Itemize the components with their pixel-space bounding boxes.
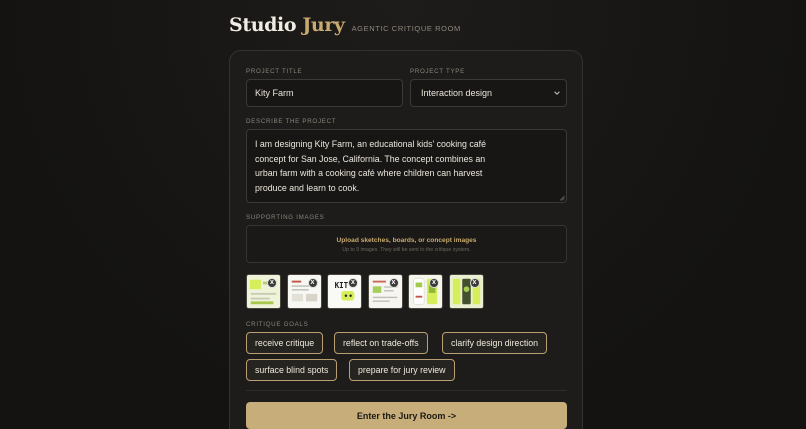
divider: [246, 390, 567, 391]
project-form-card: PROJECT TITLE Kity Farm PROJECT TYPE Int…: [229, 50, 583, 429]
image-thumbnails: x x KIT x x x x: [246, 274, 484, 309]
remove-image-button[interactable]: x: [469, 278, 480, 288]
description-label: DESCRIBE THE PROJECT: [246, 118, 337, 125]
page: Studio Jury AGENTIC CRITIQUE ROOM PROJEC…: [0, 0, 806, 429]
project-type-select[interactable]: Interaction design: [410, 79, 567, 107]
brand-name-accent: Jury: [302, 14, 345, 36]
app-logo: Studio Jury: [229, 14, 345, 36]
image-thumbnail[interactable]: x: [246, 274, 281, 309]
app-tagline: AGENTIC CRITIQUE ROOM: [351, 24, 461, 33]
goal-chip[interactable]: clarify design direction: [442, 332, 548, 354]
brand-name: Studio: [229, 14, 297, 36]
goal-chip[interactable]: reflect on trade-offs: [334, 332, 428, 354]
remove-image-button[interactable]: x: [267, 278, 277, 288]
goal-chip[interactable]: surface blind spots: [246, 359, 338, 381]
remove-image-button[interactable]: x: [348, 278, 358, 288]
image-thumbnail[interactable]: x: [286, 274, 322, 309]
image-thumbnail[interactable]: KIT x: [327, 274, 362, 309]
image-upload-dropzone[interactable]: Upload sketches, boards, or concept imag…: [246, 225, 567, 263]
project-title-value: Kity Farm: [255, 88, 294, 98]
remove-image-button[interactable]: x: [388, 278, 399, 288]
image-thumbnail[interactable]: x: [408, 274, 443, 309]
description-line: I am designing Kity Farm, an educational…: [255, 139, 487, 149]
project-title-label: PROJECT TITLE: [246, 68, 303, 75]
description-line: concept for San Jose, California. The co…: [255, 153, 486, 164]
description-line: urban farm with a cooking café where chi…: [255, 168, 483, 179]
project-type-value: Interaction design: [421, 88, 493, 98]
upload-subtitle: Up to 9 images. They will be sent to the…: [342, 247, 471, 253]
thumb-logo-text: KIT: [335, 281, 349, 290]
project-title-input[interactable]: Kity Farm: [246, 79, 403, 107]
chevron-down-icon: [554, 91, 560, 95]
resize-handle-icon[interactable]: [559, 195, 565, 201]
description-line: produce and learn to cook.: [255, 182, 360, 193]
app-header: Studio Jury AGENTIC CRITIQUE ROOM: [229, 14, 461, 36]
remove-image-button[interactable]: x: [307, 278, 318, 288]
enter-jury-room-button[interactable]: Enter the Jury Room ->: [246, 402, 567, 429]
supporting-images-label: SUPPORTING IMAGES: [246, 214, 325, 221]
remove-image-button[interactable]: x: [429, 278, 439, 288]
project-type-label: PROJECT TYPE: [410, 68, 465, 75]
upload-title: Upload sketches, boards, or concept imag…: [336, 237, 477, 244]
goal-chip[interactable]: receive critique: [246, 332, 324, 354]
image-thumbnail[interactable]: x: [448, 274, 484, 309]
description-textarea[interactable]: I am designing Kity Farm, an educational…: [246, 129, 567, 203]
image-thumbnail[interactable]: x: [367, 274, 403, 309]
critique-goals-label: CRITIQUE GOALS: [246, 321, 309, 328]
goal-chip[interactable]: prepare for jury review: [349, 359, 455, 381]
